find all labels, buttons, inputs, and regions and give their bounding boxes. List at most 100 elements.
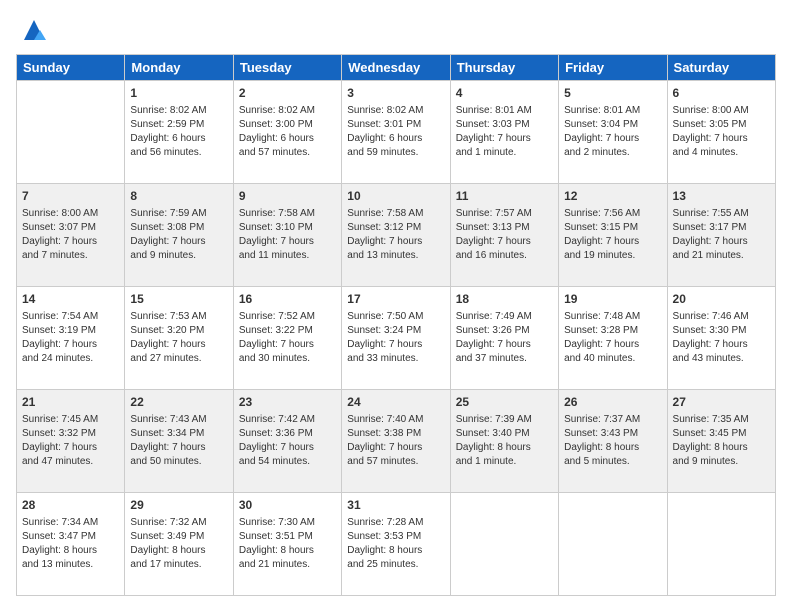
- calendar-cell: 21Sunrise: 7:45 AMSunset: 3:32 PMDayligh…: [17, 390, 125, 493]
- day-info: Sunrise: 7:48 AMSunset: 3:28 PMDaylight:…: [564, 310, 661, 366]
- calendar-cell: 11 Sunrise: 7:57 AMSunset: 3:13 PMDayligh…: [450, 184, 558, 287]
- calendar-cell: 12 Sunrise: 7:56 AMSunset: 3:15 PMDayligh…: [559, 184, 667, 287]
- day-number: 24: [347, 394, 444, 411]
- day-number: 6: [673, 85, 770, 102]
- day-info: Sunrise: 8:02 AMSunset: 2:59 PMDaylight:…: [130, 104, 227, 160]
- day-info: Sunrise: 7:39 AMSunset: 3:40 PMDaylight:…: [456, 413, 553, 469]
- col-header-friday: Friday: [559, 55, 667, 81]
- calendar-cell: 14Sunrise: 7:54 AMSunset: 3:19 PMDayligh…: [17, 287, 125, 390]
- calendar-cell: 30 Sunrise: 7:30 AMSunset: 3:51 PMDayligh…: [233, 493, 341, 596]
- day-info: Sunrise: 7:40 AMSunset: 3:38 PMDaylight:…: [347, 413, 444, 469]
- calendar-cell: 22 Sunrise: 7:43 AMSunset: 3:34 PMDayligh…: [125, 390, 233, 493]
- day-info: Sunrise: 8:02 AMSunset: 3:01 PMDaylight:…: [347, 104, 444, 160]
- calendar-cell: 29 Sunrise: 7:32 AMSunset: 3:49 PMDayligh…: [125, 493, 233, 596]
- day-number: 19: [564, 291, 661, 308]
- col-header-tuesday: Tuesday: [233, 55, 341, 81]
- day-number: 18: [456, 291, 553, 308]
- day-info: Sunrise: 7:46 AMSunset: 3:30 PMDaylight:…: [673, 310, 770, 366]
- day-info: Sunrise: 8:01 AMSunset: 3:03 PMDaylight:…: [456, 104, 553, 160]
- day-info: Sunrise: 7:34 AMSunset: 3:47 PMDaylight:…: [22, 516, 119, 572]
- day-number: 29: [130, 497, 227, 514]
- calendar-cell: [17, 81, 125, 184]
- day-info: Sunrise: 8:02 AMSunset: 3:00 PMDaylight:…: [239, 104, 336, 160]
- week-row: 21Sunrise: 7:45 AMSunset: 3:32 PMDayligh…: [17, 390, 776, 493]
- day-info: Sunrise: 7:53 AMSunset: 3:20 PMDaylight:…: [130, 310, 227, 366]
- day-number: 2: [239, 85, 336, 102]
- day-number: 17: [347, 291, 444, 308]
- calendar-cell: 1 Sunrise: 8:02 AMSunset: 2:59 PMDaylight…: [125, 81, 233, 184]
- calendar-cell: 31 Sunrise: 7:28 AMSunset: 3:53 PMDayligh…: [342, 493, 450, 596]
- day-number: 22: [130, 394, 227, 411]
- header-row: SundayMondayTuesdayWednesdayThursdayFrid…: [17, 55, 776, 81]
- calendar-cell: 5 Sunrise: 8:01 AMSunset: 3:04 PMDaylight…: [559, 81, 667, 184]
- calendar-cell: 9 Sunrise: 7:58 AMSunset: 3:10 PMDaylight…: [233, 184, 341, 287]
- calendar-cell: 25 Sunrise: 7:39 AMSunset: 3:40 PMDayligh…: [450, 390, 558, 493]
- week-row: 28 Sunrise: 7:34 AMSunset: 3:47 PMDayligh…: [17, 493, 776, 596]
- calendar-cell: [667, 493, 775, 596]
- day-number: 21: [22, 394, 119, 411]
- day-info: Sunrise: 7:37 AMSunset: 3:43 PMDaylight:…: [564, 413, 661, 469]
- calendar: SundayMondayTuesdayWednesdayThursdayFrid…: [16, 54, 776, 596]
- day-info: Sunrise: 7:28 AMSunset: 3:53 PMDaylight:…: [347, 516, 444, 572]
- calendar-cell: 17 Sunrise: 7:50 AMSunset: 3:24 PMDayligh…: [342, 287, 450, 390]
- calendar-cell: 3 Sunrise: 8:02 AMSunset: 3:01 PMDaylight…: [342, 81, 450, 184]
- day-number: 4: [456, 85, 553, 102]
- day-info: Sunrise: 7:59 AMSunset: 3:08 PMDaylight:…: [130, 207, 227, 263]
- calendar-cell: 4 Sunrise: 8:01 AMSunset: 3:03 PMDaylight…: [450, 81, 558, 184]
- day-info: Sunrise: 7:43 AMSunset: 3:34 PMDaylight:…: [130, 413, 227, 469]
- day-number: 5: [564, 85, 661, 102]
- day-info: Sunrise: 7:42 AMSunset: 3:36 PMDaylight:…: [239, 413, 336, 469]
- day-info: Sunrise: 7:54 AMSunset: 3:19 PMDaylight:…: [22, 310, 119, 366]
- col-header-wednesday: Wednesday: [342, 55, 450, 81]
- calendar-cell: 7 Sunrise: 8:00 AMSunset: 3:07 PMDaylight…: [17, 184, 125, 287]
- day-number: 12: [564, 188, 661, 205]
- day-info: Sunrise: 7:50 AMSunset: 3:24 PMDaylight:…: [347, 310, 444, 366]
- col-header-saturday: Saturday: [667, 55, 775, 81]
- day-number: 27: [673, 394, 770, 411]
- day-number: 23: [239, 394, 336, 411]
- day-number: 10: [347, 188, 444, 205]
- day-number: 31: [347, 497, 444, 514]
- week-row: 1 Sunrise: 8:02 AMSunset: 2:59 PMDaylight…: [17, 81, 776, 184]
- day-info: Sunrise: 7:58 AMSunset: 3:12 PMDaylight:…: [347, 207, 444, 263]
- day-number: 25: [456, 394, 553, 411]
- day-info: Sunrise: 7:56 AMSunset: 3:15 PMDaylight:…: [564, 207, 661, 263]
- calendar-cell: 28 Sunrise: 7:34 AMSunset: 3:47 PMDayligh…: [17, 493, 125, 596]
- day-info: Sunrise: 8:01 AMSunset: 3:04 PMDaylight:…: [564, 104, 661, 160]
- day-info: Sunrise: 8:00 AMSunset: 3:05 PMDaylight:…: [673, 104, 770, 160]
- calendar-cell: 23 Sunrise: 7:42 AMSunset: 3:36 PMDayligh…: [233, 390, 341, 493]
- day-number: 3: [347, 85, 444, 102]
- day-info: Sunrise: 7:52 AMSunset: 3:22 PMDaylight:…: [239, 310, 336, 366]
- day-number: 8: [130, 188, 227, 205]
- header: [16, 16, 776, 44]
- day-number: 30: [239, 497, 336, 514]
- calendar-cell: 10 Sunrise: 7:58 AMSunset: 3:12 PMDayligh…: [342, 184, 450, 287]
- week-row: 14Sunrise: 7:54 AMSunset: 3:19 PMDayligh…: [17, 287, 776, 390]
- calendar-cell: 27 Sunrise: 7:35 AMSunset: 3:45 PMDayligh…: [667, 390, 775, 493]
- day-number: 11: [456, 188, 553, 205]
- day-number: 13: [673, 188, 770, 205]
- day-number: 15: [130, 291, 227, 308]
- day-info: Sunrise: 7:49 AMSunset: 3:26 PMDaylight:…: [456, 310, 553, 366]
- calendar-cell: 26 Sunrise: 7:37 AMSunset: 3:43 PMDayligh…: [559, 390, 667, 493]
- day-number: 1: [130, 85, 227, 102]
- day-info: Sunrise: 8:00 AMSunset: 3:07 PMDaylight:…: [22, 207, 119, 263]
- day-info: Sunrise: 7:30 AMSunset: 3:51 PMDaylight:…: [239, 516, 336, 572]
- day-info: Sunrise: 7:57 AMSunset: 3:13 PMDaylight:…: [456, 207, 553, 263]
- day-number: 16: [239, 291, 336, 308]
- logo-icon: [20, 16, 48, 44]
- calendar-cell: [559, 493, 667, 596]
- calendar-cell: 13Sunrise: 7:55 AMSunset: 3:17 PMDayligh…: [667, 184, 775, 287]
- col-header-sunday: Sunday: [17, 55, 125, 81]
- day-number: 26: [564, 394, 661, 411]
- day-info: Sunrise: 7:35 AMSunset: 3:45 PMDaylight:…: [673, 413, 770, 469]
- calendar-cell: 2 Sunrise: 8:02 AMSunset: 3:00 PMDaylight…: [233, 81, 341, 184]
- calendar-cell: 20Sunrise: 7:46 AMSunset: 3:30 PMDayligh…: [667, 287, 775, 390]
- day-number: 9: [239, 188, 336, 205]
- page: SundayMondayTuesdayWednesdayThursdayFrid…: [0, 0, 792, 612]
- day-info: Sunrise: 7:32 AMSunset: 3:49 PMDaylight:…: [130, 516, 227, 572]
- day-number: 7: [22, 188, 119, 205]
- day-info: Sunrise: 7:58 AMSunset: 3:10 PMDaylight:…: [239, 207, 336, 263]
- day-number: 28: [22, 497, 119, 514]
- calendar-cell: [450, 493, 558, 596]
